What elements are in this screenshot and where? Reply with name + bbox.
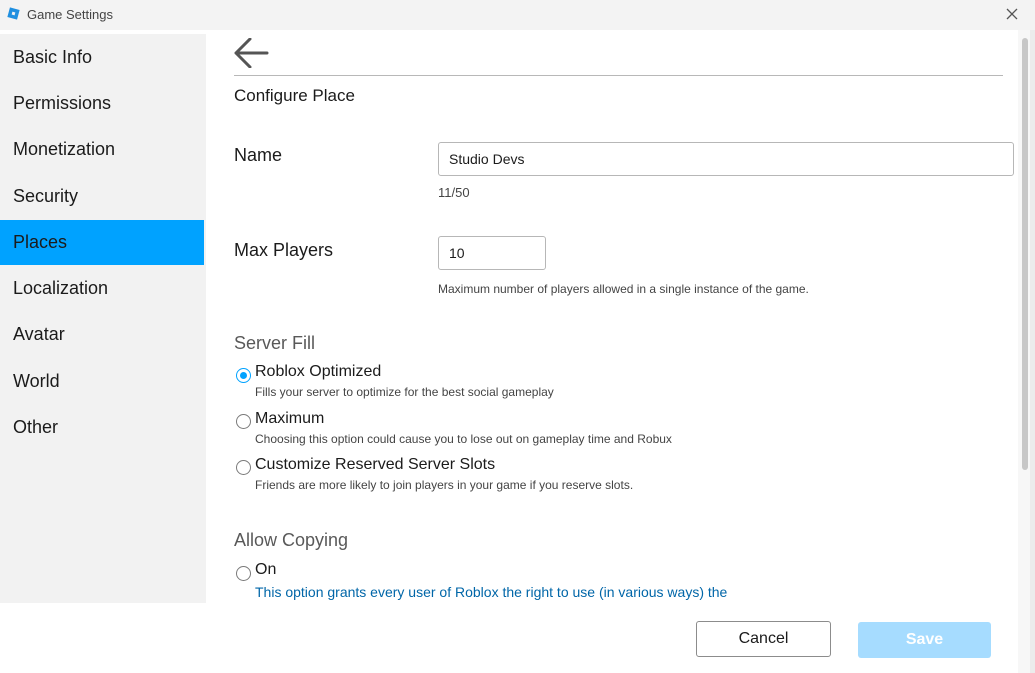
scrollbar-thumb[interactable] xyxy=(1022,38,1028,470)
allow-copying-on-label[interactable]: On xyxy=(255,561,276,579)
name-char-count: 11/50 xyxy=(438,185,470,200)
settings-sidebar: Basic Info Permissions Monetization Secu… xyxy=(0,34,206,603)
sidebar-item-security[interactable]: Security xyxy=(0,174,204,219)
settings-content xyxy=(206,30,1018,603)
radio-allow-copying-on[interactable] xyxy=(236,566,251,581)
cancel-button[interactable]: Cancel xyxy=(696,621,831,657)
sidebar-item-localization[interactable]: Localization xyxy=(0,266,204,311)
maximum-label[interactable]: Maximum xyxy=(255,410,324,428)
sidebar-item-label: Localization xyxy=(13,278,109,298)
close-icon[interactable] xyxy=(1000,2,1024,26)
sidebar-item-label: World xyxy=(13,371,60,391)
sidebar-item-avatar[interactable]: Avatar xyxy=(0,312,204,357)
sidebar-item-label: Avatar xyxy=(13,324,65,344)
max-players-input-value: 10 xyxy=(449,245,465,261)
background-window-edge xyxy=(1030,30,1035,673)
back-arrow-icon[interactable] xyxy=(233,38,269,68)
sidebar-item-label: Monetization xyxy=(13,139,116,159)
name-label: Name xyxy=(234,145,283,165)
page-title: Configure Place xyxy=(234,86,355,105)
radio-roblox-optimized[interactable] xyxy=(236,368,251,383)
sidebar-item-label: Other xyxy=(13,417,59,437)
customize-reserved-slots-label[interactable]: Customize Reserved Server Slots xyxy=(255,456,495,474)
roblox-optimized-label[interactable]: Roblox Optimized xyxy=(255,363,381,381)
radio-maximum[interactable] xyxy=(236,414,251,429)
header-divider xyxy=(234,75,1003,76)
title-bar: Game Settings xyxy=(0,0,1035,30)
sidebar-item-label: Security xyxy=(13,186,79,206)
allow-copying-heading: Allow Copying xyxy=(234,530,349,550)
maximum-desc: Choosing this option could cause you to … xyxy=(255,432,672,446)
sidebar-item-label: Basic Info xyxy=(13,47,93,67)
name-input[interactable]: Studio Devs xyxy=(438,142,1014,176)
max-players-label: Max Players xyxy=(234,240,334,260)
max-players-input[interactable]: 10 xyxy=(438,236,546,270)
sidebar-item-label: Permissions xyxy=(13,93,112,113)
customize-reserved-slots-desc: Friends are more likely to join players … xyxy=(255,478,634,492)
sidebar-item-monetization[interactable]: Monetization xyxy=(0,127,204,172)
roblox-optimized-desc: Fills your server to optimize for the be… xyxy=(255,385,554,399)
sidebar-item-permissions[interactable]: Permissions xyxy=(0,81,204,126)
name-input-value: Studio Devs xyxy=(449,151,525,167)
roblox-studio-icon xyxy=(7,7,20,20)
sidebar-item-label: Places xyxy=(13,232,68,252)
save-button[interactable]: Save xyxy=(858,622,991,658)
max-players-help: Maximum number of players allowed in a s… xyxy=(438,282,809,296)
radio-customize-reserved-slots[interactable] xyxy=(236,460,251,475)
sidebar-item-other[interactable]: Other xyxy=(0,405,204,450)
sidebar-item-basic-info[interactable]: Basic Info xyxy=(0,35,204,80)
server-fill-heading: Server Fill xyxy=(234,333,316,353)
allow-copying-on-desc: This option grants every user of Roblox … xyxy=(255,584,728,600)
window-title: Game Settings xyxy=(27,7,113,22)
sidebar-item-places[interactable]: Places xyxy=(0,220,204,265)
sidebar-item-world[interactable]: World xyxy=(0,359,204,404)
